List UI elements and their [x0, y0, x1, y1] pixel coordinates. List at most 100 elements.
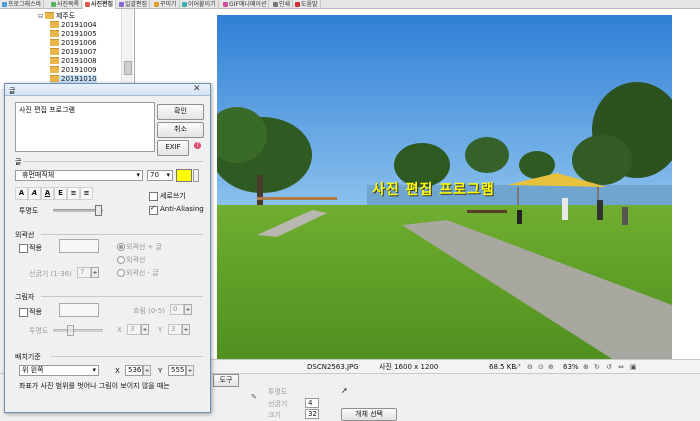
bottom-size-input[interactable]: 32: [305, 409, 319, 419]
collapse-icon[interactable]: ⊟: [38, 13, 45, 20]
close-icon[interactable]: ✕: [193, 84, 201, 94]
text-input-value: 사진 편집 프로그램: [19, 106, 75, 114]
zoom-icon[interactable]: ⊕: [548, 362, 554, 372]
color-picker-button[interactable]: [193, 169, 199, 182]
shadow-y-input[interactable]: 3: [168, 324, 182, 335]
text-dialog: 글 ✕ 사진 편집 프로그램 확인 취소 EXIF ? 글 휴먼매직체 ▾ 70…: [4, 83, 211, 413]
object-select-button[interactable]: 개체 선택: [341, 408, 397, 421]
tab-photo-list[interactable]: 사진목록: [49, 0, 83, 9]
outline-apply-checkbox[interactable]: [19, 244, 28, 253]
tab-batch-edit[interactable]: 일괄편집: [117, 0, 151, 9]
folder-icon: [50, 75, 59, 82]
shadow-opacity-slider[interactable]: [53, 329, 103, 332]
tree-item[interactable]: 20191004: [50, 21, 97, 29]
exif-button[interactable]: EXIF: [157, 140, 189, 156]
eyedropper-icon[interactable]: ✎: [251, 393, 257, 401]
tree-item[interactable]: 20191009: [50, 66, 97, 74]
tab-merge[interactable]: 이어붙이기: [180, 0, 219, 9]
tool-tab[interactable]: 도구: [213, 374, 239, 387]
tree-item[interactable]: 20191006: [50, 39, 97, 47]
overlay-text[interactable]: 사진 편집 프로그램: [372, 179, 495, 199]
cancel-button[interactable]: 취소: [157, 122, 204, 138]
outline-option-1[interactable]: [117, 243, 125, 251]
folder-icon: [50, 48, 59, 55]
vertical-text-checkbox[interactable]: [149, 192, 158, 201]
zoom-in-icon[interactable]: ⊕: [583, 362, 589, 372]
opacity-label: 투명도: [19, 207, 39, 215]
shadow-apply-checkbox[interactable]: [19, 308, 28, 317]
rotate-icon[interactable]: ↻: [594, 362, 600, 372]
placement-align-select[interactable]: 위 왼쪽 ▾: [19, 365, 99, 376]
top-tab-strip: 프로그래스바 사진목록 사진편집 일괄편집 꾸미기 이어붙이기 GIF애니메이션…: [0, 0, 700, 9]
zoom-out-icon[interactable]: ⊖: [527, 362, 533, 372]
shadow-y-label: Y: [158, 326, 163, 334]
tree-item[interactable]: 20191007: [50, 48, 97, 56]
text-color-swatch[interactable]: [176, 169, 192, 182]
tab-gif[interactable]: GIF애니메이션: [221, 0, 270, 9]
placement-x-input[interactable]: 536: [125, 365, 143, 376]
outline-option-3[interactable]: [117, 269, 125, 277]
divider: [41, 296, 203, 297]
shadow-color-button[interactable]: [59, 303, 99, 317]
tree-scroll-thumb[interactable]: [124, 61, 132, 75]
text-input-area[interactable]: 사진 편집 프로그램: [15, 102, 155, 152]
shadow-blur-input[interactable]: 0: [170, 304, 184, 315]
bottom-thickness-input[interactable]: 4: [305, 398, 319, 408]
folder-icon: [50, 66, 59, 73]
folder-icon: [50, 57, 59, 64]
placement-y-input[interactable]: 555: [168, 365, 186, 376]
shadow-x-input[interactable]: 3: [127, 324, 141, 335]
tab-decorate[interactable]: 꾸미기: [152, 0, 180, 9]
select-arrow-icon[interactable]: ➚: [341, 386, 348, 395]
dialog-titlebar[interactable]: 글 ✕: [5, 84, 210, 96]
help-icon[interactable]: ?: [194, 142, 201, 149]
outline-apply-label: 적용: [29, 244, 42, 252]
tab-print[interactable]: 인쇄: [271, 0, 294, 9]
outline-color-button[interactable]: [59, 239, 99, 253]
outline-thickness-input[interactable]: 7: [77, 267, 91, 278]
rotate-left-icon[interactable]: ↺: [606, 362, 612, 372]
tab-photo-edit[interactable]: 사진편집: [83, 0, 117, 9]
italic-button[interactable]: A: [28, 187, 41, 200]
tree-item[interactable]: 20191008: [50, 57, 97, 65]
placement-section-label: 배치기준: [15, 353, 41, 361]
tree-scrollbar[interactable]: [121, 9, 133, 89]
fit-icon[interactable]: ⤢: [515, 362, 521, 372]
tree-item[interactable]: 20191005: [50, 30, 97, 38]
tree-item-selected[interactable]: 20191010: [50, 75, 97, 83]
flip-icon[interactable]: ⇔: [618, 362, 624, 372]
bottom-size-label: 크기: [268, 411, 281, 419]
tab-help[interactable]: 도움말: [293, 0, 321, 9]
actual-size-icon[interactable]: ⊙: [538, 362, 544, 372]
status-filesize: 68.5 KB: [489, 363, 517, 371]
strike-button[interactable]: E: [54, 187, 67, 200]
chevron-down-icon: ▾: [136, 171, 140, 179]
photo-image[interactable]: 사진 편집 프로그램: [217, 15, 672, 362]
align-center-button[interactable]: ≡: [67, 187, 80, 200]
shadow-opacity-slider-thumb[interactable]: [67, 325, 74, 336]
font-name-select[interactable]: 휴먼매직체 ▾: [15, 170, 143, 181]
ok-button[interactable]: 확인: [157, 104, 204, 120]
opacity-slider-thumb[interactable]: [95, 205, 102, 216]
shadow-y-spinner[interactable]: [182, 324, 190, 335]
font-section-label: 글: [15, 158, 22, 166]
bottom-thickness-label: 선굵기: [268, 400, 288, 408]
tree-root[interactable]: ⊟ 제주도: [38, 11, 75, 21]
underline-button[interactable]: A: [41, 187, 54, 200]
placement-x-spinner[interactable]: [143, 365, 151, 376]
placement-y-spinner[interactable]: [186, 365, 194, 376]
outline-thickness-spinner[interactable]: [91, 267, 99, 278]
status-zoom: 63%: [563, 363, 579, 371]
antialias-checkbox[interactable]: [149, 204, 158, 215]
shadow-x-spinner[interactable]: [141, 324, 149, 335]
divider: [41, 234, 203, 235]
bold-button[interactable]: A: [15, 187, 28, 200]
outline-option-2[interactable]: [117, 256, 125, 264]
bottom-opacity-label: 투명도: [268, 388, 288, 396]
fullscreen-icon[interactable]: ▣: [630, 362, 637, 372]
shadow-blur-spinner[interactable]: [184, 304, 192, 315]
placement-y-label: Y: [158, 367, 163, 375]
align-right-button[interactable]: ≡: [80, 187, 93, 200]
tab-progress[interactable]: 프로그래스바: [0, 0, 45, 9]
font-size-select[interactable]: 70 ▾: [147, 170, 173, 181]
